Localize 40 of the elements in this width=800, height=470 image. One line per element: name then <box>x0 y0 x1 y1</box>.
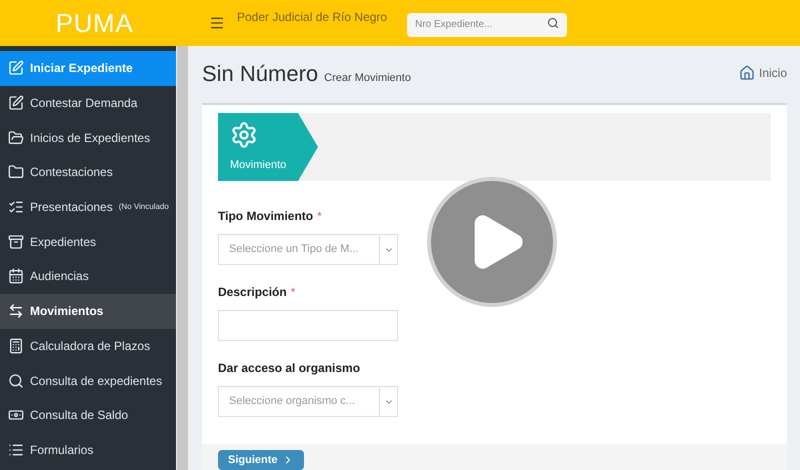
sidebar-item[interactable]: Inicios de Expedientes <box>0 120 176 156</box>
sidebar-item[interactable]: Contestar Demanda <box>0 86 176 120</box>
page-subtitle: Crear Movimiento <box>324 70 411 86</box>
sidebar-item[interactable]: Consulta de Saldo <box>0 398 176 433</box>
next-button[interactable]: Siguiente <box>218 450 304 470</box>
calculator-icon <box>8 338 24 354</box>
sidebar-item[interactable]: Formularios <box>0 432 176 468</box>
home-icon <box>738 65 755 81</box>
sidebar-item[interactable]: Calculadora de Plazos <box>0 328 176 364</box>
calendar-icon <box>8 268 24 284</box>
required-mark: * <box>290 284 296 301</box>
header-title: Poder Judicial de Río Negro <box>237 9 388 26</box>
breadcrumb-link[interactable]: Inicio <box>738 64 787 82</box>
item-note: (No Vinculado <box>118 201 169 214</box>
sidebar-item[interactable]: Movimientos <box>0 294 176 328</box>
menu-icon[interactable] <box>209 15 225 31</box>
sidebar-item[interactable]: Expedientes <box>0 224 176 260</box>
archive-icon <box>8 234 24 250</box>
arrows-icon <box>8 303 24 320</box>
page-title: Sin Número <box>202 60 318 88</box>
input-field[interactable] <box>218 310 398 341</box>
field-label: Descripción <box>218 284 287 301</box>
field-label: Dar acceso al organismo <box>218 360 360 377</box>
field-label: Tipo Movimiento <box>218 208 314 225</box>
sidebar-item[interactable]: Audiencias <box>0 259 176 294</box>
sidebar-item[interactable]: Contestaciones <box>0 155 176 190</box>
logo: PUMA <box>56 6 134 40</box>
sidebar-item[interactable]: Consulta de expedientes <box>0 363 176 398</box>
sidebar-item[interactable]: Presentaciones (No Vinculado <box>0 190 176 224</box>
required-mark: * <box>317 208 322 225</box>
gear-icon <box>230 120 258 149</box>
edit-icon <box>8 95 24 112</box>
folder-icon <box>8 130 24 146</box>
search-icon <box>8 372 24 389</box>
search-icon[interactable] <box>547 17 560 29</box>
list-icon <box>8 442 24 458</box>
folder-icon <box>8 164 24 180</box>
search-field[interactable]: Nro Expediente... <box>407 12 568 36</box>
checklist-icon <box>8 199 24 216</box>
edit-icon <box>8 60 24 76</box>
